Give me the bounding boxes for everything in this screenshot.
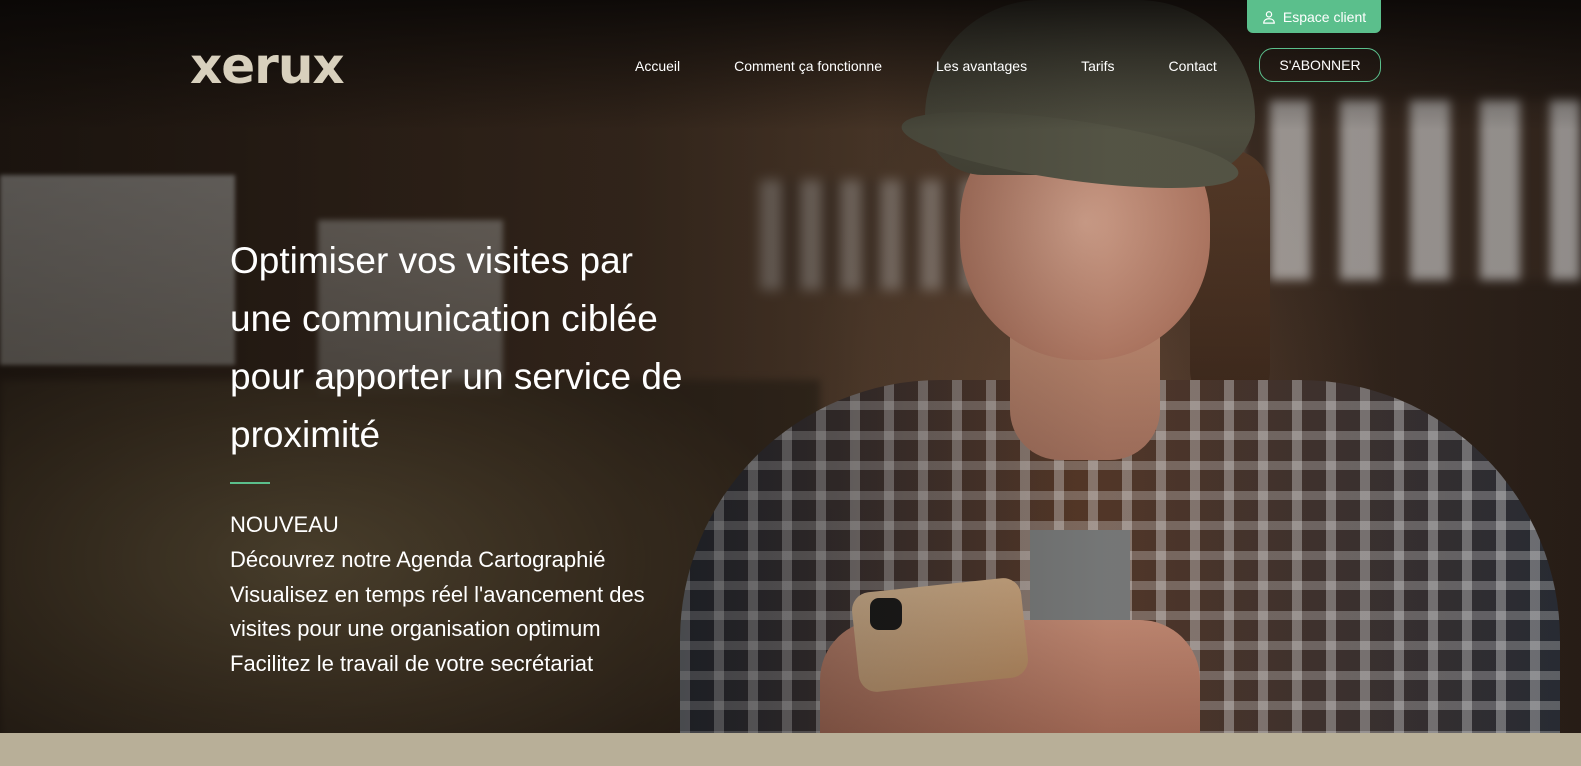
headline-line: pour apporter un service de: [230, 356, 683, 397]
accent-divider: [230, 482, 270, 484]
new-badge-text: NOUVEAU: [230, 512, 339, 537]
description-line: Facilitez le travail de votre secrétaria…: [230, 650, 594, 676]
headline-line: Optimiser vos visites par: [230, 240, 633, 281]
espace-client-button[interactable]: Espace client: [1247, 0, 1381, 33]
hero-headline: Optimiser vos visites par une communicat…: [230, 232, 750, 464]
main-navigation: Accueil Comment ça fonctionne Les avanta…: [635, 52, 1217, 80]
headline-line: une communication ciblée: [230, 298, 658, 339]
description-line: visites pour une organisation optimum: [230, 616, 601, 641]
site-logo[interactable]: xerux: [190, 38, 345, 94]
user-icon: [1262, 10, 1275, 24]
espace-client-label: Espace client: [1282, 8, 1367, 25]
nav-contact[interactable]: Contact: [1169, 58, 1217, 74]
nav-accueil[interactable]: Accueil: [635, 58, 680, 74]
nav-les-avantages[interactable]: Les avantages: [936, 58, 1027, 74]
nav-tarifs[interactable]: Tarifs: [1081, 58, 1114, 74]
hero-description: Découvrez notre Agenda Cartographié Visu…: [230, 543, 645, 681]
subscribe-button[interactable]: S'ABONNER: [1259, 48, 1381, 82]
headline-line: proximité: [230, 414, 381, 455]
footer-band: [0, 733, 1581, 766]
nav-comment-ca-fonctionne[interactable]: Comment ça fonctionne: [734, 58, 882, 74]
description-line: Visualisez en temps réel l'avancement de…: [230, 581, 645, 607]
description-line: Découvrez notre Agenda Cartographié: [230, 547, 606, 572]
